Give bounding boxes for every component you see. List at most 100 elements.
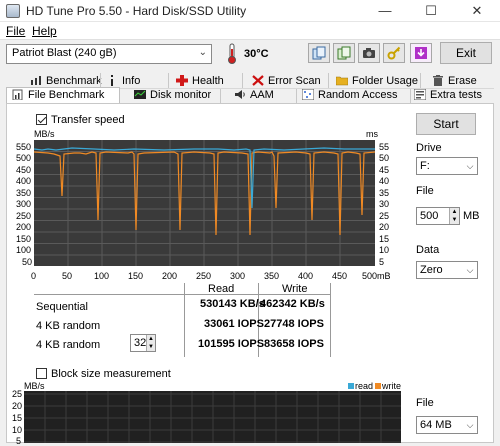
random-4kb-qd-read: 101595 IOPS [198, 338, 265, 350]
tab-aam[interactable]: AAM [234, 89, 274, 104]
extra-tests-icon [414, 89, 426, 100]
y-tick: 250 [16, 211, 32, 221]
block-size-checkbox[interactable] [36, 368, 47, 379]
block-file-size-value: 64 MB [420, 419, 452, 431]
tab-divider [328, 73, 329, 88]
tab-health[interactable]: Health [176, 75, 224, 90]
stepper-up-icon[interactable]: ▲ [449, 208, 459, 216]
tab-error-scan[interactable]: Error Scan [252, 75, 321, 90]
info-icon [111, 75, 113, 86]
copy-icon [312, 46, 326, 60]
y-tick: 300 [16, 199, 32, 209]
save-button[interactable] [410, 43, 432, 63]
y-tick: 100 [16, 245, 32, 255]
tab-extra-tests-label: Extra tests [430, 89, 482, 101]
left-axis-unit: MB/s [34, 129, 55, 139]
block-axis-unit: MB/s [24, 381, 45, 391]
col-read-header: Read [208, 283, 235, 295]
drive-letter-select[interactable]: F: ⌵ [416, 157, 478, 175]
y-tick: 50 [22, 257, 33, 267]
legend-read-label: read [355, 381, 374, 391]
file-size-stepper[interactable]: 500 ▲ ▼ [416, 207, 460, 225]
block-y-tick: 20 [12, 401, 23, 411]
tab-divider [168, 73, 169, 88]
y-tick: 200 [16, 222, 32, 232]
camera-icon [363, 48, 375, 58]
copy-text-button[interactable] [333, 43, 355, 63]
tab-extra-tests[interactable]: Extra tests [414, 89, 482, 104]
app-icon [6, 4, 20, 18]
start-button[interactable]: Start [416, 113, 476, 135]
options-button[interactable] [383, 43, 405, 63]
queue-depth-value: 32 [134, 337, 147, 349]
screenshot-button[interactable] [358, 43, 380, 63]
file-benchmark-icon [12, 89, 23, 100]
block-y-tick: 5 [16, 436, 22, 446]
chevron-down-icon: ⌵ [466, 265, 474, 275]
tab-folder-usage[interactable]: Folder Usage [336, 75, 418, 90]
y2-tick: 40 [379, 176, 390, 186]
legend-write-label: write [382, 381, 402, 391]
minimize-button[interactable]: — [362, 0, 408, 22]
temperature-value: 30 [244, 48, 257, 60]
copy-info-button[interactable] [308, 43, 330, 63]
block-y-tick: 10 [12, 425, 23, 435]
tab-disk-monitor-label: Disk monitor [150, 89, 212, 101]
y2-tick: 25 [379, 211, 390, 221]
drive-select[interactable]: Patriot Blast (240 gB) ⌄ [6, 44, 212, 64]
temperature-unit: °C [256, 48, 269, 60]
legend-write-swatch [375, 383, 381, 389]
data-label: Data [416, 244, 440, 256]
y-tick: 450 [16, 165, 32, 175]
y-tick: 500 [16, 153, 32, 163]
stepper-up-icon[interactable]: ▲ [146, 335, 155, 343]
maximize-button[interactable]: ☐ [408, 0, 454, 22]
block-file-label: File [416, 397, 434, 409]
random-access-icon [302, 89, 314, 100]
data-pattern-select[interactable]: Zero ⌵ [416, 261, 478, 279]
y2-tick: 10 [379, 245, 390, 255]
key-icon [387, 46, 401, 60]
x-tick: 150 [128, 271, 144, 281]
random-4kb-write: 27748 IOPS [264, 318, 324, 330]
x-tick: 450 [332, 271, 348, 281]
x-tick: 200 [162, 271, 178, 281]
tab-random-access[interactable]: Random Access [302, 89, 397, 104]
tab-info-label: Info [122, 75, 141, 87]
y2-tick: 30 [379, 199, 390, 209]
tab-erase[interactable]: Erase [432, 75, 477, 90]
queue-depth-stepper[interactable]: 32 ▲ ▼ [130, 334, 156, 352]
chevron-down-icon: ⌵ [466, 161, 474, 171]
thermometer-icon [228, 43, 236, 64]
tab-disk-monitor[interactable]: Disk monitor [134, 89, 211, 104]
tab-file-benchmark[interactable]: File Benchmark [12, 89, 104, 104]
stepper-down-icon[interactable]: ▼ [146, 343, 155, 351]
tab-divider [100, 73, 101, 88]
tab-folder-usage-label: Folder Usage [352, 75, 419, 87]
block-size-plot [24, 391, 401, 443]
exit-button[interactable]: Exit [440, 42, 492, 64]
random-4kb-read: 33061 IOPS [204, 318, 264, 330]
x-tick: 350 [264, 271, 280, 281]
tab-divider [220, 89, 221, 104]
y-tick: 350 [16, 188, 32, 198]
menu-file[interactable]: File [6, 24, 25, 38]
y2-tick: 50 [379, 153, 390, 163]
stepper-down-icon[interactable]: ▼ [449, 216, 459, 224]
row-label: Sequential [36, 301, 88, 313]
chevron-down-icon: ⌵ [466, 420, 474, 430]
row-label: 4 KB random [36, 339, 101, 351]
health-cross-icon [176, 75, 188, 86]
y2-tick: 20 [379, 222, 390, 232]
x-tick: 0 [31, 271, 37, 281]
drive-letter-value: F: [420, 160, 430, 172]
tab-divider [242, 73, 243, 88]
trash-icon [433, 75, 443, 86]
sequential-read: 530143 KB/s [200, 298, 265, 310]
block-file-size-select[interactable]: 64 MB ⌵ [416, 416, 478, 434]
menu-help[interactable]: Help [32, 24, 57, 38]
close-button[interactable]: ✕ [454, 0, 500, 22]
transfer-speed-checkbox[interactable] [36, 114, 47, 125]
x-tick: 100 [94, 271, 110, 281]
x-tick: 50 [62, 271, 73, 281]
